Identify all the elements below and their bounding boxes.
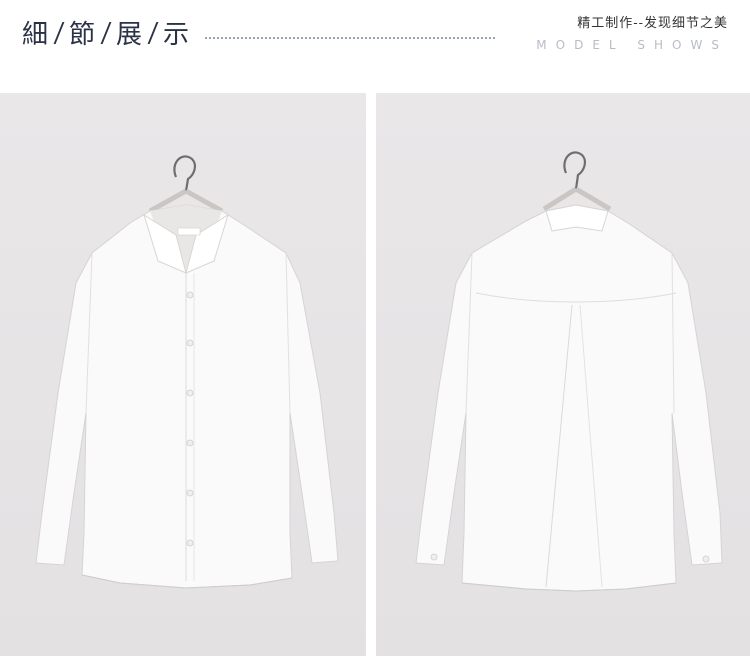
title-char: 節 (69, 20, 97, 50)
title-separator (53, 21, 65, 44)
back-shirt-image (376, 93, 750, 656)
page-title: 細 節 展 示 (22, 14, 190, 51)
back-view-photo (376, 93, 750, 656)
slogan-text: 精工制作--发现细节之美 (577, 16, 728, 31)
front-shirt-image (0, 93, 366, 656)
title-char: 細 (22, 20, 50, 50)
cuff-button (430, 553, 438, 561)
title-separator (147, 21, 159, 44)
page-header: 細 節 展 示 精工制作--发现细节之美 MODEL SHOWS (0, 0, 750, 80)
front-view-photo (0, 93, 366, 656)
title-char: 示 (163, 20, 191, 50)
subtitle-text: MODEL SHOWS (536, 38, 728, 52)
dotted-divider (205, 37, 495, 39)
title-separator (100, 21, 112, 44)
title-char: 展 (116, 20, 144, 50)
cuff-button (702, 555, 710, 563)
